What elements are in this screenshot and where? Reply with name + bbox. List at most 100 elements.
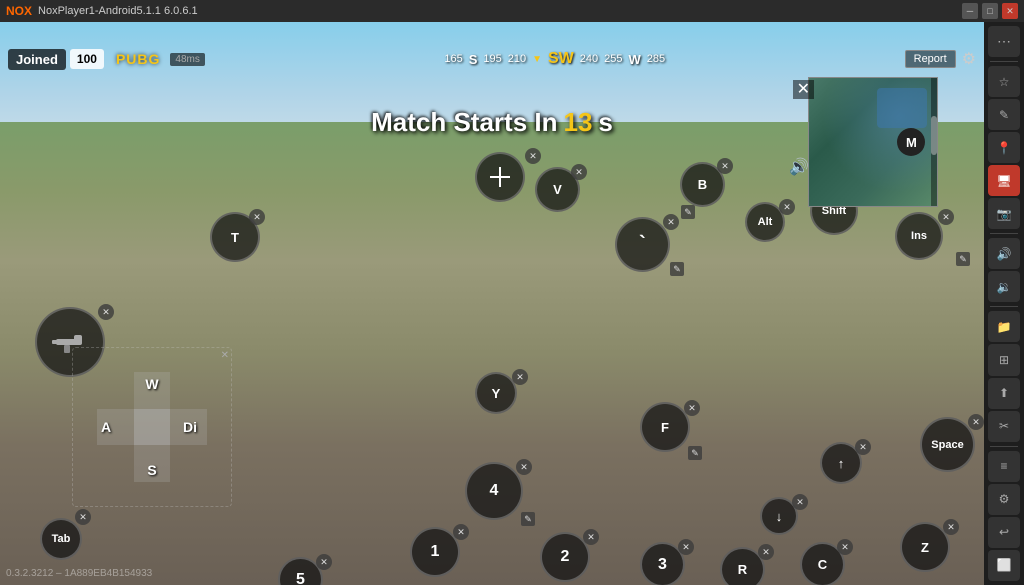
compass-210: 210: [508, 53, 526, 65]
r-close-x[interactable]: ✕: [758, 544, 774, 560]
num2-close-x[interactable]: ✕: [583, 529, 599, 545]
ins-key-button[interactable]: Ins: [895, 212, 943, 260]
sidebar-camera-button[interactable]: 📷: [988, 198, 1020, 229]
ins-edit-icon[interactable]: ✎: [956, 252, 970, 266]
sidebar-pencil-button[interactable]: ✎: [988, 99, 1020, 130]
b-close-x[interactable]: ✕: [717, 158, 733, 174]
sidebar-volume-down-button[interactable]: 🔉: [988, 271, 1020, 302]
minimap-close-x[interactable]: ✕: [793, 79, 814, 99]
v-close-x[interactable]: ✕: [571, 164, 587, 180]
c-close-x[interactable]: ✕: [837, 539, 853, 555]
crosshair-icon: [486, 163, 514, 191]
sidebar-more-button[interactable]: ⋯: [988, 26, 1020, 57]
sidebar-separator-4: [990, 446, 1018, 447]
z-close-x[interactable]: ✕: [943, 519, 959, 535]
a-key-label: A: [101, 419, 111, 435]
hud-top-bar: Joined 100 PUBG 48ms 165 S 195 210 ▼ SW …: [0, 44, 984, 74]
num1-close-x[interactable]: ✕: [453, 524, 469, 540]
sidebar-star-button[interactable]: ☆: [988, 66, 1020, 97]
sidebar-screen-button[interactable]: 🖥: [988, 165, 1020, 196]
alt-close-x[interactable]: ✕: [779, 199, 795, 215]
compass-255: 255: [604, 53, 622, 65]
dpad-box: ✕ W A S Di: [72, 347, 232, 507]
sidebar-separator-3: [990, 306, 1018, 307]
d-key-label: Di: [183, 419, 197, 435]
down-close-x[interactable]: ✕: [792, 494, 808, 510]
f-close-x[interactable]: ✕: [684, 400, 700, 416]
minimize-button[interactable]: ─: [962, 3, 978, 19]
tab-close-x[interactable]: ✕: [75, 509, 91, 525]
num4-edit-icon[interactable]: ✎: [521, 512, 535, 526]
tab-key-button[interactable]: Tab: [40, 518, 82, 560]
up-close-x[interactable]: ✕: [855, 439, 871, 455]
compass: 165 S 195 210 ▼ SW 240 255 W 285: [205, 50, 905, 68]
y-close-x[interactable]: ✕: [512, 369, 528, 385]
player-marker: M: [897, 128, 925, 156]
map-water: [877, 88, 927, 128]
ping-badge: 48ms: [170, 53, 204, 66]
sidebar-separator-2: [990, 233, 1018, 234]
b-edit-icon[interactable]: ✎: [681, 205, 695, 219]
joined-badge: Joined: [8, 49, 66, 70]
compass-W: W: [628, 52, 640, 67]
match-countdown: 13: [563, 107, 592, 138]
s-key-label: S: [147, 462, 156, 478]
compass-S: S: [469, 52, 478, 67]
compass-285: 285: [647, 53, 665, 65]
num5-close-x[interactable]: ✕: [316, 554, 332, 570]
gun-close-x[interactable]: ✕: [98, 304, 114, 320]
sidebar-scissors-button[interactable]: ✂: [988, 411, 1020, 442]
compass-240: 240: [580, 53, 598, 65]
y-key-button[interactable]: Y: [475, 372, 517, 414]
num4-close-x[interactable]: ✕: [516, 459, 532, 475]
version-text: 0.3.2.3212 – 1A889EB4B154933: [6, 568, 152, 579]
sidebar-volume-up-button[interactable]: 🔊: [988, 238, 1020, 269]
num3-close-x[interactable]: ✕: [678, 539, 694, 555]
dpad-cross[interactable]: W A S Di: [97, 372, 207, 482]
look-joystick[interactable]: `: [615, 217, 670, 272]
minimap: M: [808, 77, 938, 207]
compass-195: 195: [483, 53, 501, 65]
nox-logo: NOX: [6, 4, 32, 18]
ins-close-x[interactable]: ✕: [938, 209, 954, 225]
report-button[interactable]: Report: [905, 50, 956, 68]
sidebar: ⋯ ☆ ✎ 📍 🖥 📷 🔊 🔉 📁 ⊞ ⬆ ✂ ≡ ⚙ ↩ ⬜: [984, 22, 1024, 585]
space-close-x[interactable]: ✕: [968, 414, 984, 430]
sidebar-settings-button[interactable]: ⚙: [988, 484, 1020, 515]
f-edit-icon[interactable]: ✎: [688, 446, 702, 460]
minimap-scrollbar: [931, 78, 937, 206]
match-text: Match Starts In: [371, 107, 557, 138]
compass-SW: SW: [548, 50, 574, 68]
dpad-close-x[interactable]: ✕: [221, 350, 229, 361]
maximize-button[interactable]: □: [982, 3, 998, 19]
minimap-scroll-thumb: [931, 116, 937, 154]
dot-edit-icon[interactable]: ✎: [670, 262, 684, 276]
f-key-button[interactable]: F: [640, 402, 690, 452]
sidebar-grid-button[interactable]: ⊞: [988, 344, 1020, 375]
dot-close-x[interactable]: ✕: [663, 214, 679, 230]
num4-key-button[interactable]: 4: [465, 462, 523, 520]
sidebar-upload-button[interactable]: ⬆: [988, 378, 1020, 409]
t-close-x[interactable]: ✕: [249, 209, 265, 225]
sidebar-folder-button[interactable]: 📁: [988, 311, 1020, 342]
crosshair-close-x[interactable]: ✕: [525, 148, 541, 164]
crosshair-button[interactable]: [475, 152, 525, 202]
sidebar-square-button[interactable]: ⬜: [988, 550, 1020, 581]
close-button[interactable]: ✕: [1002, 3, 1018, 19]
space-key-button[interactable]: Space: [920, 417, 975, 472]
compass-165: 165: [444, 53, 462, 65]
speaker-icon[interactable]: 🔊: [789, 157, 809, 177]
window-controls: ─ □ ✕: [962, 3, 1018, 19]
player-count-badge: 100: [70, 49, 104, 69]
compass-arrow-icon: ▼: [532, 54, 542, 65]
window-title: NoxPlayer1-Android5.1.1 6.0.6.1: [38, 5, 962, 17]
settings-gear-icon[interactable]: ⚙: [962, 49, 976, 69]
game-area: Joined 100 PUBG 48ms 165 S 195 210 ▼ SW …: [0, 22, 984, 585]
sidebar-menu-button[interactable]: ≡: [988, 451, 1020, 482]
w-key-label: W: [145, 376, 158, 392]
title-bar: NOX NoxPlayer1-Android5.1.1 6.0.6.1 ─ □ …: [0, 0, 1024, 22]
sidebar-back-button[interactable]: ↩: [988, 517, 1020, 548]
match-unit: s: [598, 107, 612, 138]
sidebar-location-button[interactable]: 📍: [988, 132, 1020, 163]
dpad-container: ✕ W A S Di: [72, 347, 232, 507]
